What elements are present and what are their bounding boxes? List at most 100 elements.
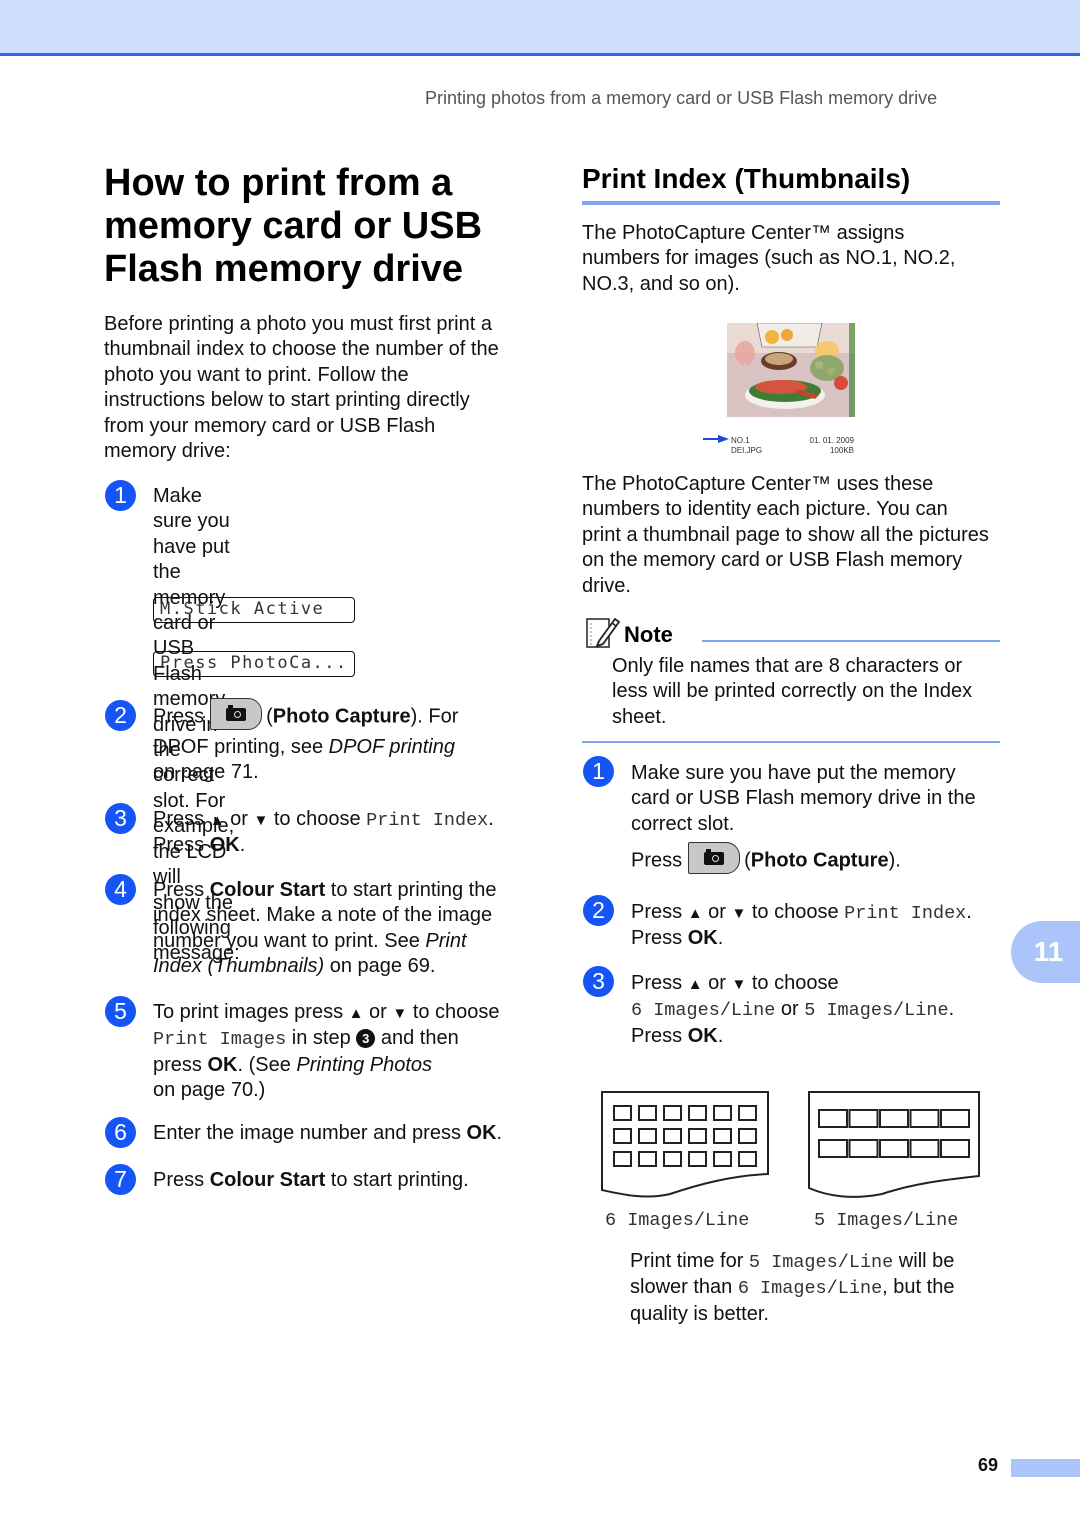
press-text: Press	[153, 705, 205, 728]
lcd-message-2: Press PhotoCa...	[153, 651, 355, 677]
text: number you want to print. See	[153, 929, 426, 952]
step-text: Press Colour Start to start printing the…	[153, 878, 573, 980]
sheet-label-6: 6 Images/Line	[605, 1210, 750, 1231]
down-arrow-icon: ▼	[392, 1005, 408, 1022]
paragraph-line: slower than 6 Images/Line, but the	[630, 1275, 1010, 1301]
step-line: Press OK.	[631, 1024, 1051, 1049]
step-line: Press Colour Start to start printing.	[153, 1168, 573, 1193]
step-line: Press ▲ or ▼ to choose Print Index.	[631, 900, 1051, 926]
paragraph-line: The PhotoCapture Center™ assigns	[582, 222, 905, 244]
six-images-per-line-sheet-illustration	[601, 1091, 769, 1198]
step-line: Press OK.	[153, 833, 573, 858]
step-text: To print images press ▲ or ▼ to choose P…	[153, 1000, 573, 1104]
text: .	[496, 1122, 503, 1144]
step-text: Press ▲ or ▼ to choose Print Index. Pres…	[153, 807, 573, 859]
thumbnail-placeholder	[613, 1105, 632, 1121]
printing-photos-link[interactable]: Printing Photos	[296, 1054, 432, 1076]
thumbnail-placeholder	[738, 1128, 757, 1144]
step-line: Press (Photo Capture). For	[153, 698, 553, 735]
step-line: Enter the image number and press OK.	[153, 1121, 573, 1146]
text: . (See	[237, 1053, 297, 1076]
paragraph-line: drive.	[582, 574, 631, 597]
text: , but the	[882, 1276, 955, 1299]
thumbnail-placeholder	[713, 1128, 732, 1144]
ok-key: OK	[687, 927, 718, 950]
step-number-badge: 6	[105, 1117, 136, 1148]
note-rule-top	[702, 640, 1000, 642]
paragraph-line: NO.3, and so on).	[582, 272, 740, 295]
lcd-message-1: M.Stick Active	[153, 597, 355, 623]
step-line: Press (Photo Capture).	[631, 842, 1031, 879]
step-number-badge: 7	[105, 1164, 136, 1195]
arrow-right-icon	[703, 435, 729, 443]
note-rule-bottom	[582, 741, 1000, 743]
step-number-badge: 1	[583, 756, 614, 787]
text: DPOF printing, see	[153, 736, 329, 758]
step-line: correct slot.	[631, 812, 735, 835]
thumbnail-placeholder	[663, 1151, 682, 1167]
thumbnail-placeholder	[738, 1105, 757, 1121]
thumbnail-placeholder	[663, 1128, 682, 1144]
step-number-badge: 3	[583, 966, 614, 997]
chapter-tab[interactable]: 11	[1011, 921, 1080, 983]
print-time-paragraph: Print time for 5 Images/Line will be slo…	[630, 1249, 1010, 1327]
step-line: press OK. (See Printing Photos	[153, 1053, 573, 1078]
step-line: Index (Thumbnails) on page 69.	[153, 954, 573, 979]
thumbnail-placeholder	[940, 1139, 970, 1158]
thumbnail-placeholder	[818, 1139, 848, 1158]
thumbnail-placeholder	[738, 1151, 757, 1167]
note-line: Only file names that are 8 characters or	[612, 655, 963, 677]
note-body: Only file names that are 8 characters or…	[612, 654, 1002, 730]
thumbnail-placeholder	[848, 1109, 879, 1128]
text: .	[717, 927, 724, 950]
paragraph-line: numbers for images (such as NO.1, NO.2,	[582, 247, 956, 270]
button-name: Photo Capture	[272, 705, 411, 728]
intro-line: thumbnail index to choose the number of …	[104, 338, 499, 361]
ok-key: OK	[209, 834, 240, 857]
intro-paragraph: Before printing a photo you must first p…	[104, 312, 534, 464]
ok-key: OK	[687, 1024, 718, 1047]
page-number: 69	[978, 1455, 999, 1475]
down-arrow-icon: ▼	[731, 976, 747, 993]
text: and then	[375, 1027, 459, 1050]
photo-capture-button	[210, 698, 263, 730]
text: on page 69.	[324, 955, 436, 978]
step-line: index sheet. Make a note of the image	[153, 904, 493, 927]
paragraph-line: quality is better.	[630, 1302, 769, 1325]
text: Press	[153, 1169, 210, 1191]
thumbnail-placeholder	[663, 1105, 682, 1121]
thumbnail-photo	[727, 323, 855, 417]
dpof-printing-link[interactable]: DPOF printing	[329, 736, 455, 758]
text: Press	[153, 879, 210, 901]
food-photo-image	[727, 323, 855, 417]
ok-key: OK	[207, 1053, 238, 1076]
down-arrow-icon: ▼	[253, 812, 269, 829]
step-line: 6 Images/Line or 5 Images/Line.	[631, 997, 1051, 1023]
note-title: Note	[624, 622, 673, 647]
thumbnail-number: NO.1	[731, 436, 750, 445]
text: or	[363, 1001, 393, 1023]
step-line: Press ▲ or ▼ to choose Print Index.	[153, 807, 573, 833]
running-header: Printing photos from a memory card or US…	[425, 88, 938, 108]
print-index-link[interactable]: Print	[425, 930, 466, 952]
print-index-link[interactable]: Index (Thumbnails)	[153, 955, 324, 977]
text: .	[948, 998, 955, 1021]
thumbnail-placeholder	[848, 1139, 879, 1158]
lcd-option: Print Index	[366, 810, 489, 831]
text: ). For	[410, 705, 459, 728]
section-title: Print Index (Thumbnails)	[582, 163, 911, 194]
thumbnail-placeholder	[688, 1151, 707, 1167]
step-text: Press ▲ or ▼ to choose Print Index. Pres…	[631, 900, 1051, 952]
thumbnail-caption-left: NO.1 DEI.JPG	[731, 436, 762, 456]
thumbnail-placeholder	[713, 1151, 732, 1167]
text: Press	[631, 972, 688, 994]
section-paragraph-2: The PhotoCapture Center™ uses these numb…	[582, 472, 1012, 599]
thumbnail-size: 100KB	[829, 446, 854, 455]
intro-line: memory drive:	[104, 440, 231, 463]
text: to choose	[407, 1001, 500, 1023]
step-text: Enter the image number and press OK.	[153, 1121, 573, 1146]
step-text: Make sure you have put the memory card o…	[631, 761, 1031, 879]
page-title: How to print from a memory card or USB F…	[104, 162, 544, 291]
step-line: on page 71.	[153, 761, 259, 784]
paragraph-line: on the memory card or USB Flash memory	[582, 549, 963, 572]
